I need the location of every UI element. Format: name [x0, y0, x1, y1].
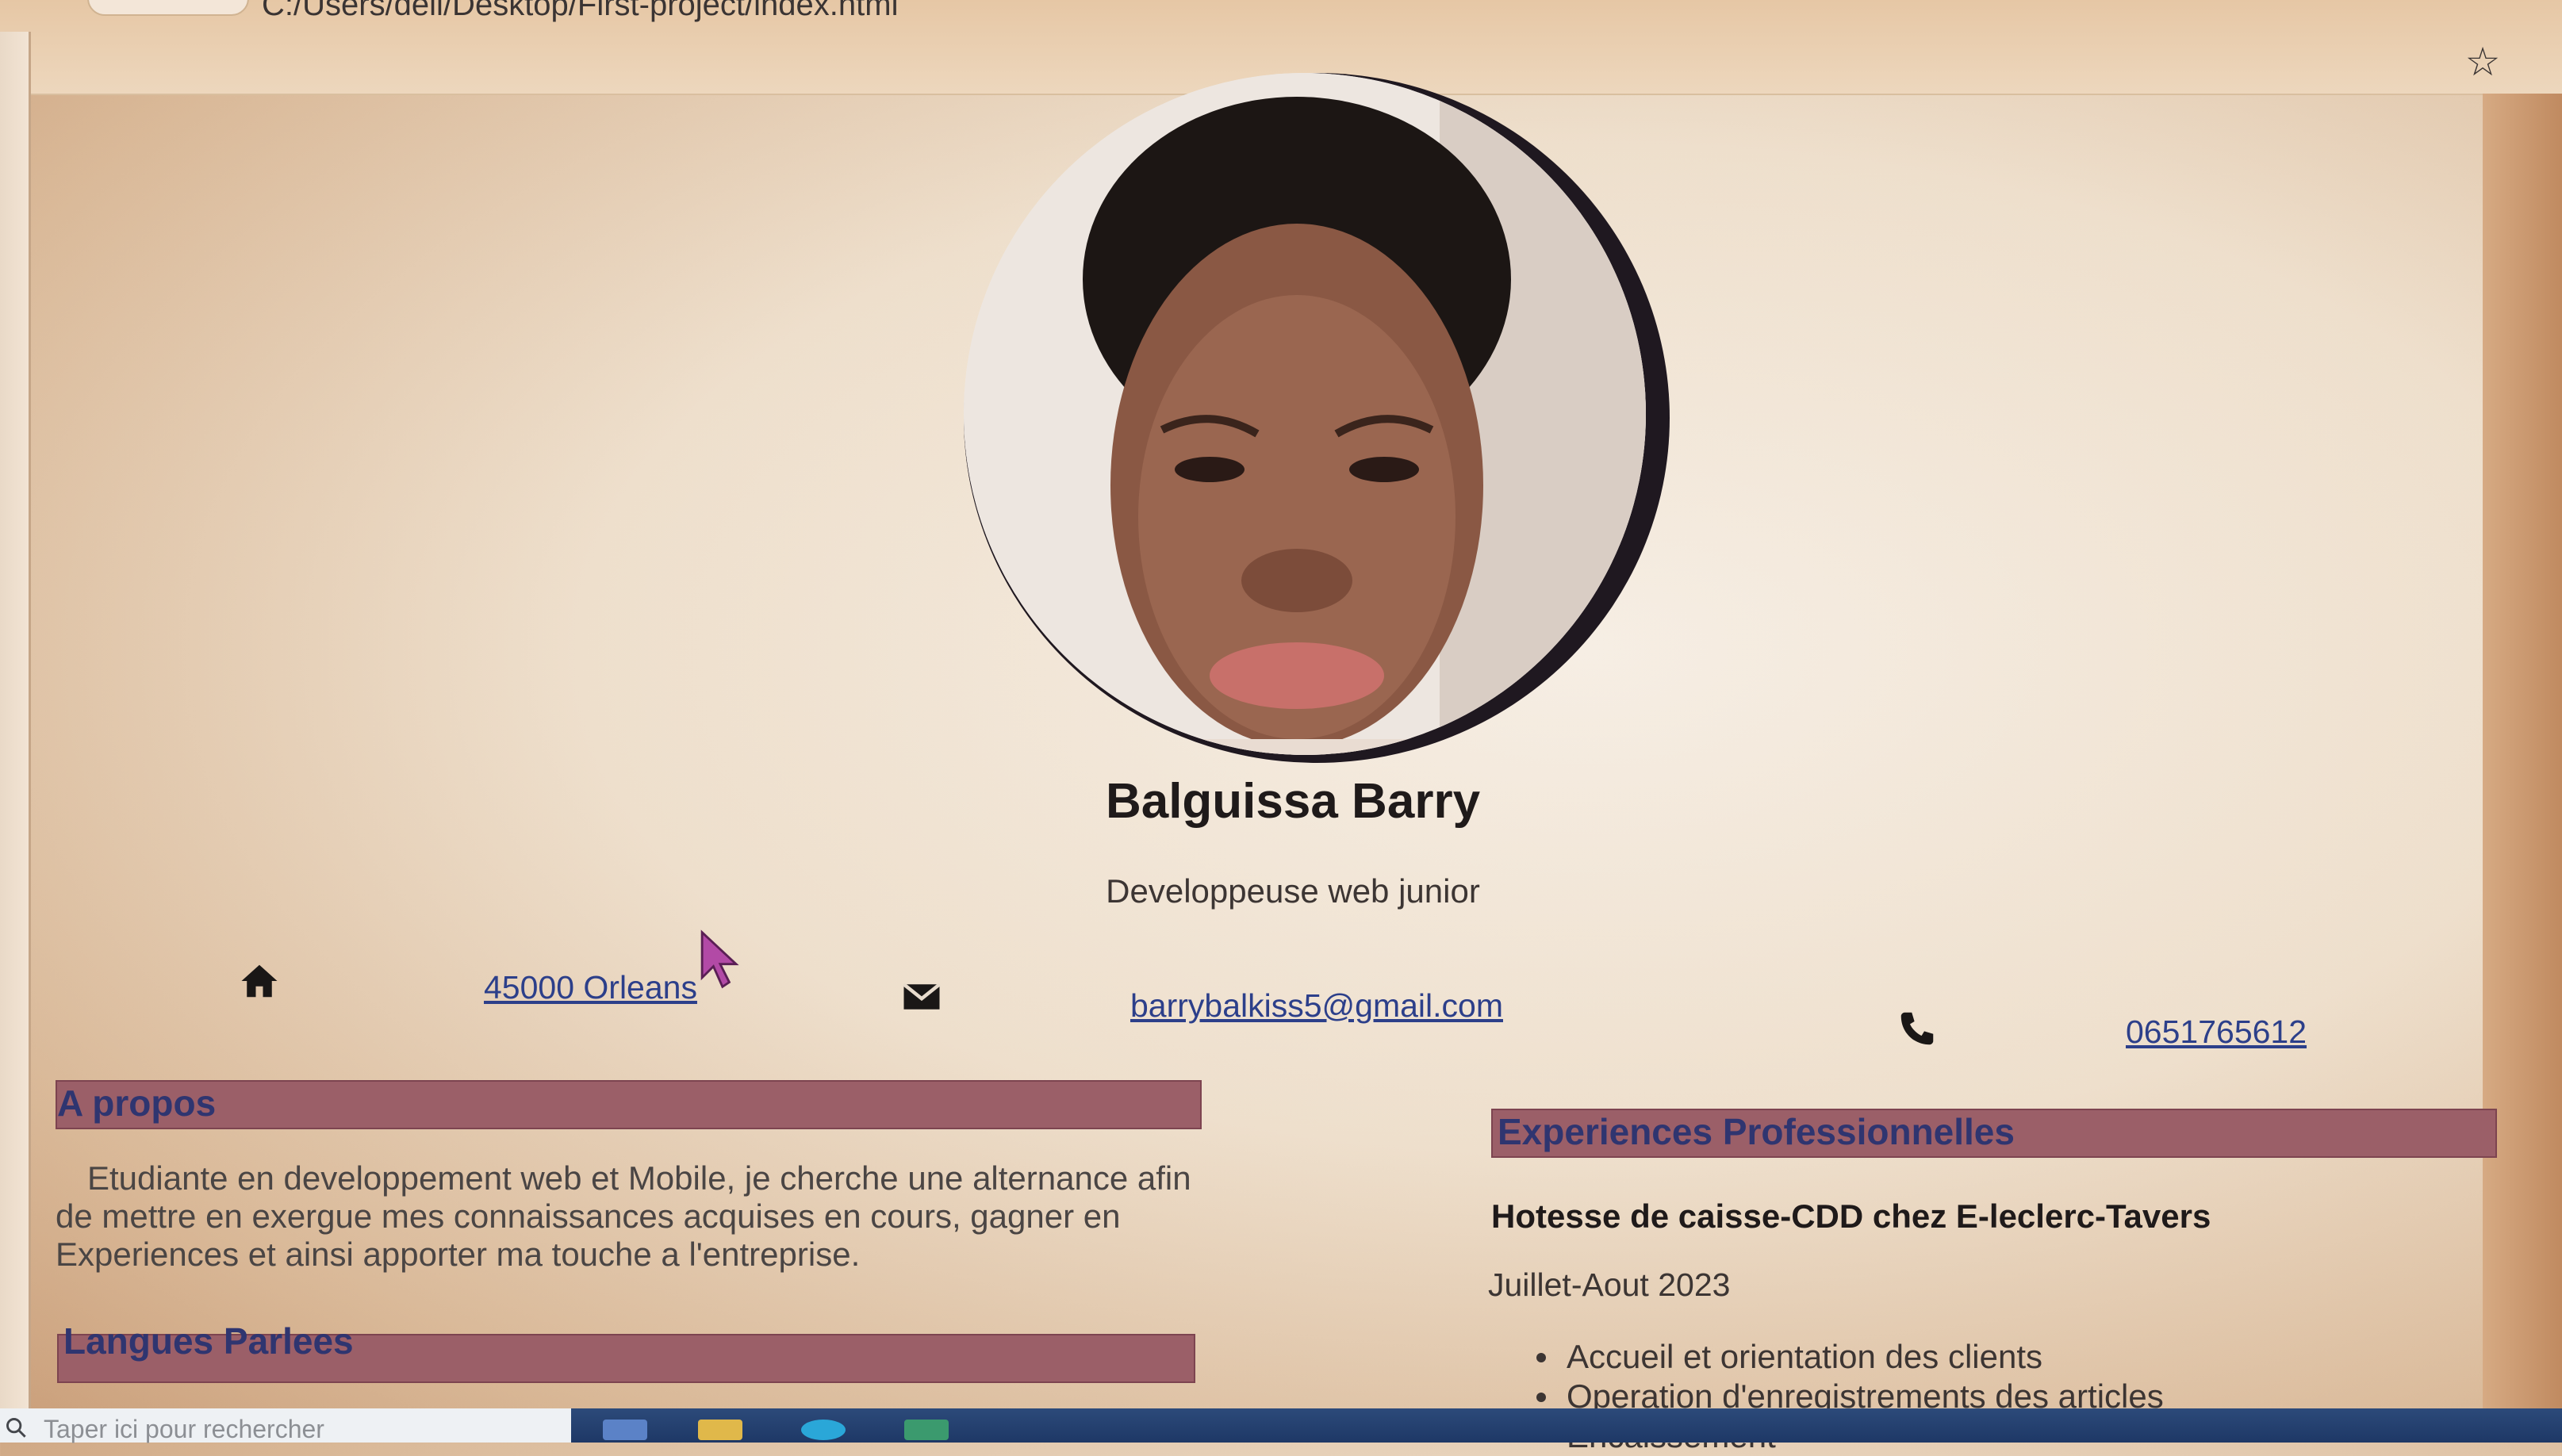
window-right-edge	[2483, 94, 2562, 1442]
envelope-icon	[903, 983, 941, 1010]
profile-name: Balguissa Barry	[1105, 774, 1481, 829]
experience-heading: Experiences Professionnelles	[1498, 1111, 2015, 1152]
profile-photo	[964, 73, 1646, 755]
phone-icon	[1900, 1012, 1934, 1045]
profile-job-title: Developpeuse web junior	[1106, 872, 1480, 910]
taskbar-search-placeholder[interactable]: Taper ici pour rechercher	[44, 1415, 324, 1444]
experience-item-title: Hotesse de caisse-CDD chez E-leclerc-Tav…	[1491, 1197, 2211, 1235]
taskbar-app-icon[interactable]	[603, 1420, 647, 1440]
folder-icon[interactable]	[698, 1420, 742, 1440]
address-link[interactable]: 45000 Orleans	[484, 969, 697, 1006]
browser-app-icon[interactable]	[801, 1420, 846, 1440]
home-icon	[241, 964, 278, 998]
experience-item-date: Juillet-Aout 2023	[1488, 1266, 1731, 1303]
mouse-cursor-icon	[700, 929, 739, 989]
taskbar-app-icon[interactable]	[904, 1420, 949, 1440]
list-item: Accueil et orientation des clients	[1536, 1337, 2164, 1377]
email-link[interactable]: barrybalkiss5@gmail.com	[1130, 987, 1503, 1025]
languages-heading: Langues Parlees	[63, 1320, 354, 1362]
window-left-edge	[0, 32, 31, 1412]
address-bar-url[interactable]: C:/Users/dell/Desktop/First-project/inde…	[262, 0, 898, 23]
about-text: Etudiante en developpement web et Mobile…	[56, 1159, 1214, 1274]
about-heading: A propos	[57, 1082, 217, 1124]
about-paragraph: Etudiante en developpement web et Mobile…	[56, 1159, 1191, 1273]
phone-link[interactable]: 0651765612	[2126, 1013, 2307, 1051]
search-icon[interactable]	[5, 1416, 27, 1439]
about-section-bar	[56, 1080, 1202, 1129]
star-icon[interactable]: ☆	[2460, 40, 2505, 84]
browser-tab[interactable]	[87, 0, 249, 16]
